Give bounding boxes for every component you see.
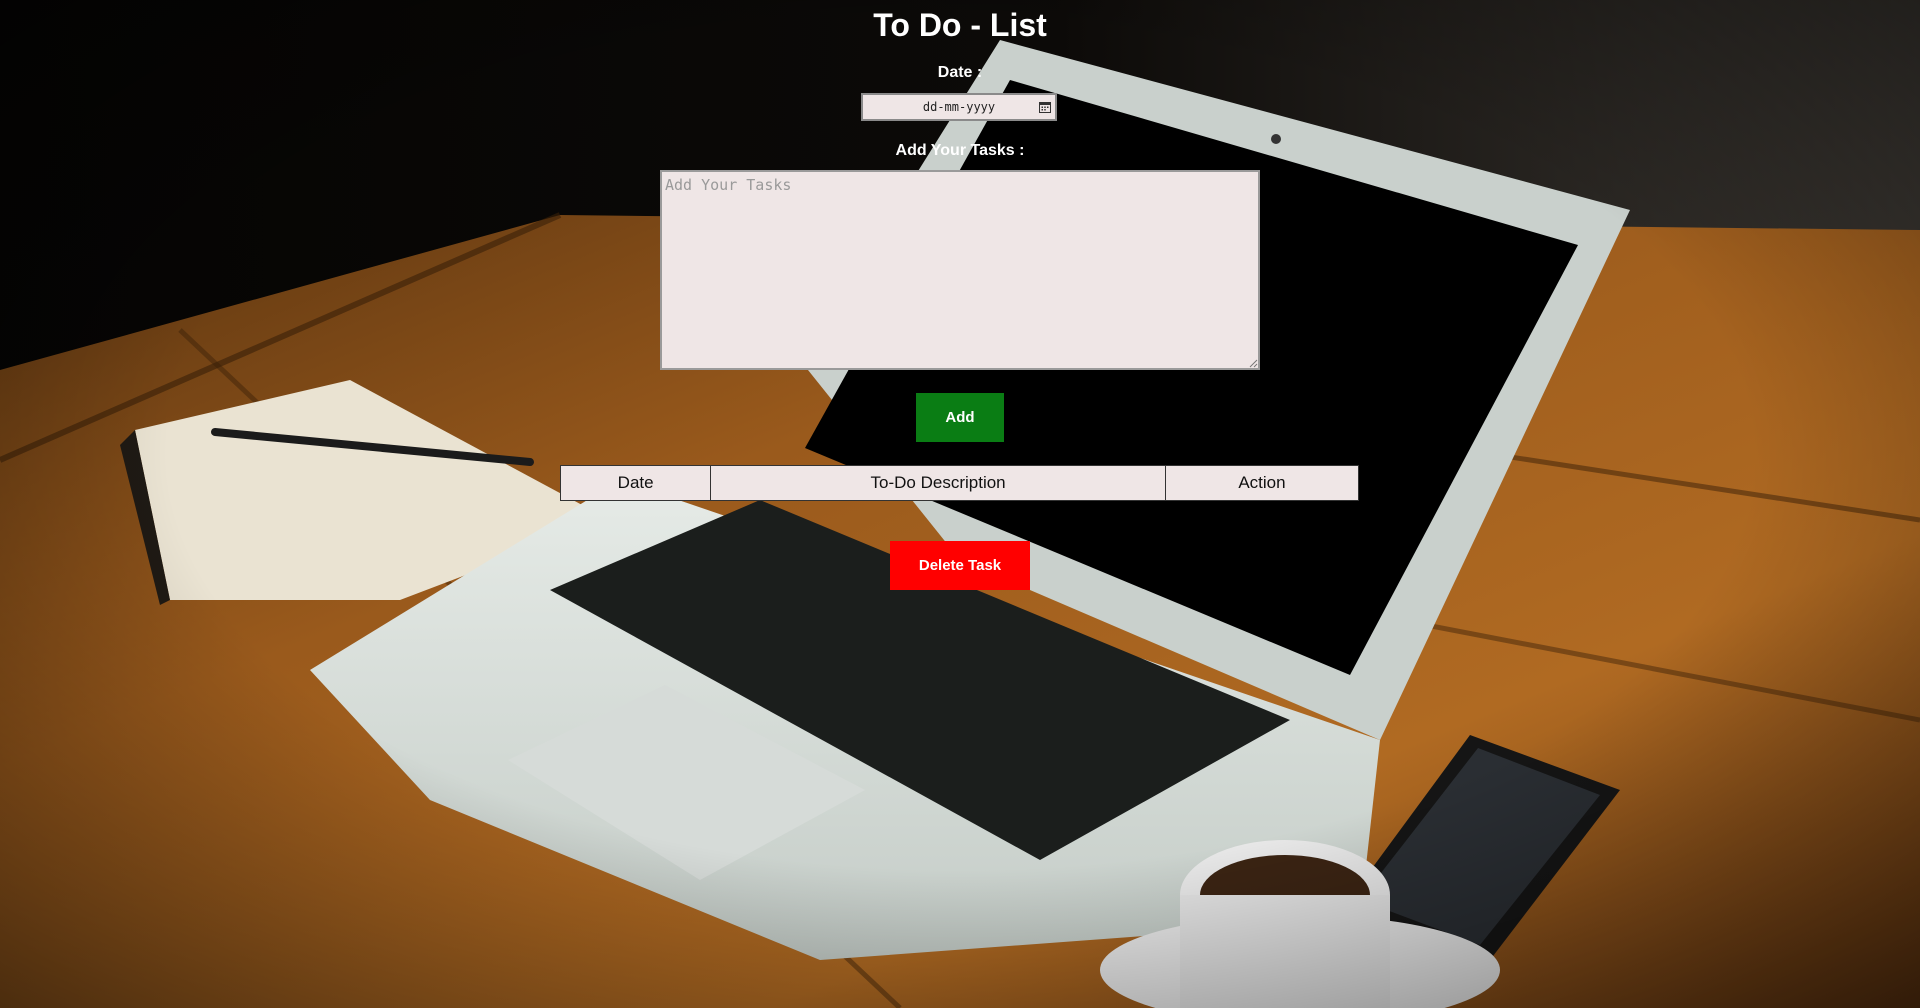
page-title: To Do - List [873,7,1047,43]
date-label: Date : [937,64,983,81]
todo-table: Date To-Do Description Action [559,465,1360,501]
column-header-date: Date [559,465,712,501]
add-button[interactable]: Add [916,393,1004,442]
table-header-row: Date To-Do Description Action [559,465,1360,501]
tasks-label: Add Your Tasks : [895,142,1025,159]
page: To Do - List Date : dd-mm-yyyy Add Your … [0,0,1920,1008]
todo-app: To Do - List Date : dd-mm-yyyy Add Your … [0,0,1920,1008]
delete-task-button[interactable]: Delete Task [890,541,1030,590]
tasks-textarea[interactable] [660,170,1260,370]
calendar-icon[interactable] [1039,101,1051,113]
date-input[interactable]: dd-mm-yyyy [861,93,1057,121]
column-header-action: Action [1164,465,1360,501]
date-placeholder: dd-mm-yyyy [922,100,996,114]
column-header-description: To-Do Description [710,465,1166,501]
resize-grip-icon[interactable] [1248,358,1258,368]
